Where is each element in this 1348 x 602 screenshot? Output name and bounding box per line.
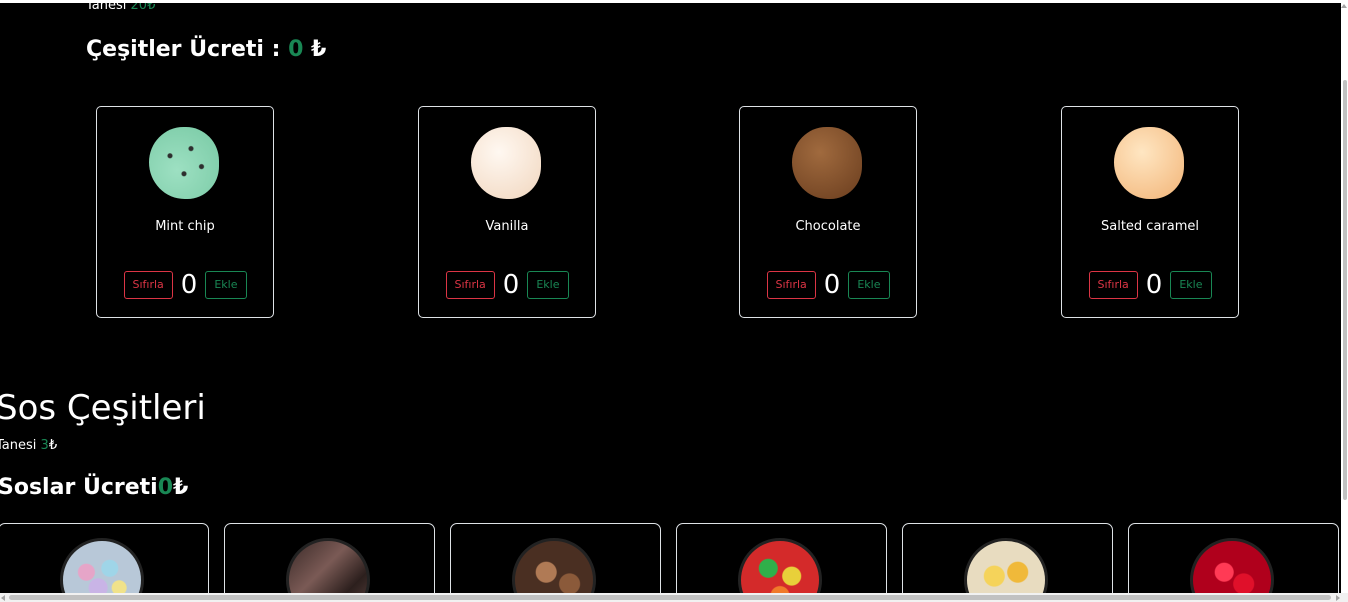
sauce-total-value: 0 xyxy=(157,475,173,500)
sauce-unit-label: Tanesi xyxy=(0,438,37,453)
vanilla-image xyxy=(471,127,541,199)
flavor-controls: Sıfırla 0 Ekle xyxy=(97,270,273,300)
flavor-unit-price: Tanesi 20₺ xyxy=(86,3,155,14)
candy-topping-image xyxy=(60,538,144,593)
flavor-total-heading: Çeşitler Ücreti : 0 ₺ xyxy=(86,35,326,65)
flavor-name: Vanilla xyxy=(485,219,529,234)
flavor-name: Mint chip xyxy=(155,219,215,234)
vertical-scrollbar-thumb[interactable] xyxy=(1343,80,1347,500)
flavor-controls: Sıfırla 0 Ekle xyxy=(740,270,916,300)
sauce-card-chocolate-pieces xyxy=(450,523,661,593)
add-button[interactable]: Ekle xyxy=(527,271,569,299)
chocolate-sauce-image xyxy=(286,538,370,593)
chocolate-image xyxy=(792,127,862,199)
reset-button[interactable]: Sıfırla xyxy=(766,271,816,299)
flavor-controls: Sıfırla 0 Ekle xyxy=(419,270,595,300)
flavor-count: 0 xyxy=(1145,270,1163,300)
add-button[interactable]: Ekle xyxy=(205,271,247,299)
scroll-left-arrow-icon[interactable] xyxy=(1,595,5,601)
flavor-total-label: Çeşitler Ücreti : xyxy=(86,37,281,62)
flavor-unit-price-value: 20₺ xyxy=(130,3,156,13)
lemon-candy-image xyxy=(964,538,1048,593)
sauce-card-gummy-bears xyxy=(676,523,887,593)
flavor-card-mint-chip: Mint chip Sıfırla 0 Ekle xyxy=(96,106,274,318)
sauce-unit-currency: ₺ xyxy=(48,438,58,453)
flavor-card-chocolate: Chocolate Sıfırla 0 Ekle xyxy=(739,106,917,318)
sauce-total-currency: ₺ xyxy=(173,475,189,500)
flavor-card-vanilla: Vanilla Sıfırla 0 Ekle xyxy=(418,106,596,318)
reset-button[interactable]: Sıfırla xyxy=(123,271,173,299)
page-viewport: Tanesi 20₺ Çeşitler Ücreti : 0 ₺ Mint ch… xyxy=(0,3,1341,593)
sauce-section-title: Sos Çeşitleri xyxy=(0,388,206,428)
chocolate-pieces-image xyxy=(512,538,596,593)
flavor-count: 0 xyxy=(180,270,198,300)
reset-button[interactable]: Sıfırla xyxy=(445,271,495,299)
flavor-unit-label: Tanesi xyxy=(86,3,127,13)
sauce-card-candy xyxy=(0,523,209,593)
sauce-total-heading: Soslar Ücreti0₺ xyxy=(0,473,188,503)
sauce-total-label: Soslar Ücreti xyxy=(0,475,158,500)
scroll-right-arrow-icon[interactable] xyxy=(1336,595,1340,601)
sauce-card-cherry xyxy=(1128,523,1339,593)
sauce-card-lemon-candy xyxy=(902,523,1113,593)
flavor-count: 0 xyxy=(502,270,520,300)
flavor-card-salted-caramel: Salted caramel Sıfırla 0 Ekle xyxy=(1061,106,1239,318)
add-button[interactable]: Ekle xyxy=(848,271,890,299)
flavor-count: 0 xyxy=(823,270,841,300)
flavor-name: Chocolate xyxy=(795,219,861,234)
flavor-name: Salted caramel xyxy=(1100,219,1199,234)
gummy-bears-image xyxy=(738,538,822,593)
salted-caramel-image xyxy=(1114,127,1184,199)
cherry-topping-image xyxy=(1190,538,1274,593)
flavor-controls: Sıfırla 0 Ekle xyxy=(1062,270,1238,300)
scroll-up-arrow-icon[interactable] xyxy=(1341,4,1347,8)
sauce-unit-price: Tanesi 3₺ xyxy=(0,438,57,454)
sauce-unit-price-value: 3 xyxy=(40,438,49,453)
flavor-total-value: 0 xyxy=(288,37,304,62)
reset-button[interactable]: Sıfırla xyxy=(1088,271,1138,299)
sauce-card-chocolate-sauce xyxy=(224,523,435,593)
flavor-total-currency: ₺ xyxy=(311,37,327,62)
horizontal-scrollbar-thumb[interactable] xyxy=(9,595,1331,600)
add-button[interactable]: Ekle xyxy=(1170,271,1212,299)
mint-chip-image xyxy=(149,127,219,199)
